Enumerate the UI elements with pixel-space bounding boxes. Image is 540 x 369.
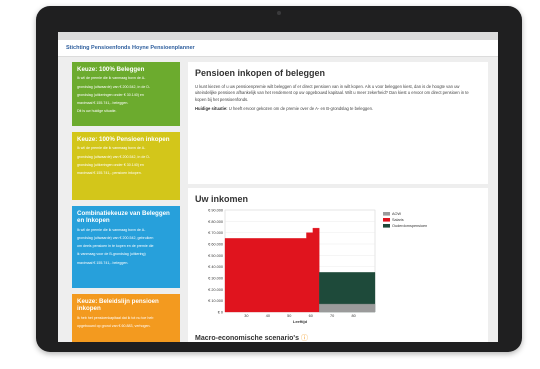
choice-card-beleidslijn[interactable]: Keuze: Beleidslijn pensioen inkopen Ik h…: [72, 294, 180, 342]
card-line: maximaal € 155.741,- pensioen inkopen.: [77, 171, 142, 176]
choice-card-inkopen[interactable]: Keuze: 100% Pensioen inkopen Ik wil de p…: [72, 132, 180, 200]
card-line: grondslag (uitwaarde) van € 200.542, geb…: [77, 236, 154, 241]
x-axis-label: Leeftijd: [293, 319, 308, 324]
y-tick-label: € 40.000: [208, 265, 223, 269]
income-chart: € 90.000 € 80.000 € 70.000 € 60.000 € 50.000…: [208, 209, 427, 325]
y-tick-label: € 30.000: [208, 277, 223, 281]
y-tick-label: € 50.000: [208, 254, 223, 258]
card-line: maximaal € 155.741,- beleggen.: [77, 260, 129, 265]
card-title: Combinatiekeuze van Beleggen en Inkopen: [77, 210, 170, 225]
card-line: Ik wil de premie die ik vanmaag bovn de …: [77, 76, 146, 81]
y-tick-label: € 70.000: [208, 231, 223, 235]
card-line: grondslag (uitkeringen onder € 30.140) e…: [77, 92, 144, 97]
choice-card-combinatie[interactable]: Combinatiekeuze van Beleggen en Inkopen …: [72, 206, 180, 288]
x-tick-label: 70: [330, 314, 334, 318]
screen: Stichting Pensioenfonds Hoyne Pensioenpl…: [58, 32, 498, 342]
choice-card-beleggen[interactable]: Keuze: 100% Beleggen Ik wil de premie di…: [72, 62, 180, 126]
card-title: Keuze: 100% Beleggen: [77, 66, 145, 73]
y-tick-label: € 10.000: [208, 299, 223, 303]
legend-swatch: [383, 212, 390, 216]
browser-bar: [58, 32, 498, 40]
legend-label: Ouderdomspensioen: [392, 224, 427, 228]
laptop-frame: Stichting Pensioenfonds Hoyne Pensioenpl…: [36, 6, 522, 352]
series-area-aow: [319, 303, 376, 313]
site-title[interactable]: Stichting Pensioenfonds Hoyne Pensioenpl…: [66, 45, 195, 51]
card-line: opgebouwd op grond van € 60.883, verhoge…: [77, 324, 151, 329]
question-circle-icon[interactable]: ⓘ: [301, 335, 308, 342]
card-line: grondslag (uitkeringen onder € 30.140) e…: [77, 162, 144, 167]
x-tick-label: 80: [351, 314, 355, 318]
x-tick-label: 60: [309, 314, 313, 318]
card-line: Ik wil de premie die ik vanmaag bovn de …: [77, 146, 146, 151]
x-tick-label: 50: [287, 314, 291, 318]
legend-label: Salaris: [392, 218, 404, 222]
y-tick-label: € 60.000: [208, 243, 223, 247]
intro-paragraph: U kunt kiezen of u uw pensioenpremie wil…: [195, 84, 469, 102]
card-title: Keuze: 100% Pensioen inkopen: [77, 136, 170, 143]
macro-title: Macro-economische scenario's: [195, 335, 299, 342]
site-header: Stichting Pensioenfonds Hoyne Pensioenpl…: [58, 40, 498, 57]
intro-panel: Pensioen inkopen of beleggen U kunt kiez…: [188, 62, 488, 184]
y-tick-label: € 90.000: [208, 209, 223, 213]
macro-scenarios-heading: Macro-economische scenario's ⓘ: [195, 333, 308, 342]
card-title: Keuze: Beleidslijn pensioen inkopen: [77, 298, 159, 313]
card-line: Ik heb het pensioenkapitaal dat ik tot n…: [77, 315, 154, 320]
card-line: om deels pensioen in te kopen en de prem…: [77, 244, 154, 249]
camera-icon: [277, 11, 281, 15]
card-line: grondslag (uitwaarde) van € 200.542, in …: [77, 154, 151, 159]
current-situation: Huidige situatie: U heeft ervoor gekozen…: [195, 106, 481, 112]
card-line: ik vanmaag voor de B-grondslag (uitkerin…: [77, 252, 146, 257]
card-line: maximaal € 155.741,- beleggen.: [77, 101, 129, 106]
legend-swatch: [383, 218, 390, 222]
x-tick-label: 30: [244, 314, 248, 318]
income-title: Uw inkomen: [195, 194, 249, 204]
card-line: grondslag (uitwaarde) van € 200.542, in …: [77, 84, 151, 89]
status-text: U heeft ervoor gekozen om de premie over…: [228, 106, 374, 112]
series-area-salaris: [224, 227, 320, 313]
income-panel: Uw inkomen € 90.000 € 80.000 € 70.000 € 60.…: [188, 188, 488, 342]
y-tick-label: € 0: [218, 311, 223, 315]
x-tick-label: 40: [266, 314, 270, 318]
legend-swatch: [383, 224, 390, 228]
y-tick-label: € 20.000: [208, 288, 223, 292]
legend-label: AOW: [392, 212, 401, 216]
card-line: Ik wil de premie die ik vanmaag bovn de …: [77, 227, 146, 232]
y-tick-label: € 80.000: [208, 220, 223, 224]
status-label: Huidige situatie:: [195, 106, 228, 112]
card-line: Dit is uw huidige situatie.: [77, 109, 117, 114]
intro-title: Pensioen inkopen of beleggen: [195, 68, 326, 78]
